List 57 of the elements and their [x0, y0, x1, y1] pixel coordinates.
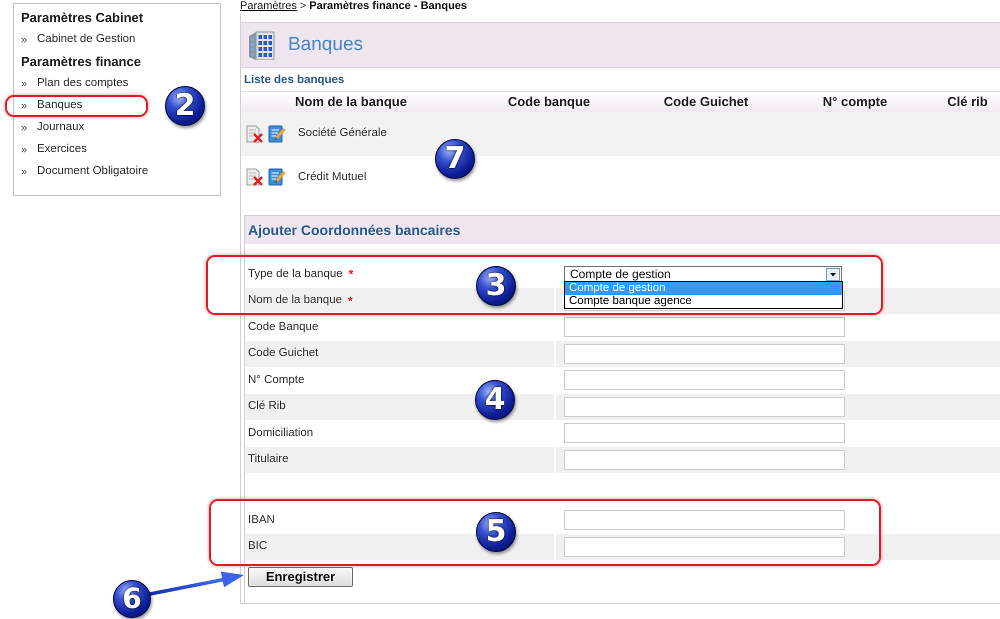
list-marker: » — [21, 32, 28, 48]
text-input[interactable] — [564, 510, 845, 530]
sidebar-heading: Paramètres Cabinet — [21, 9, 144, 28]
sidebar-link[interactable]: Plan des comptes — [37, 75, 128, 93]
list-marker: » — [21, 120, 28, 136]
caret-down-icon[interactable] — [826, 268, 840, 281]
save-button[interactable]: Enregistrer — [248, 567, 353, 587]
field-label: Nom de la banque — [248, 293, 342, 308]
page-title: Banques — [288, 32, 364, 57]
text-input[interactable] — [564, 370, 845, 390]
sidebar-link[interactable]: Exercices — [37, 141, 87, 159]
text-input[interactable] — [564, 423, 845, 444]
field-label: N° Compte — [248, 372, 304, 388]
text-input[interactable] — [564, 396, 845, 417]
list-marker: » — [21, 76, 28, 92]
delete-document-icon[interactable] — [245, 168, 263, 186]
form-header: Ajouter Coordonnées bancaires — [245, 216, 1000, 244]
sidebar-link[interactable]: Journaux — [37, 119, 84, 137]
text-input[interactable] — [564, 450, 845, 470]
sidebar-link[interactable]: Cabinet de Gestion — [37, 31, 136, 49]
delete-document-icon[interactable] — [245, 124, 263, 143]
text-input[interactable] — [564, 317, 845, 338]
column-header: Nom de la banque — [295, 93, 407, 112]
step-badge: 2 — [165, 86, 205, 126]
list-marker: » — [21, 164, 28, 180]
breadcrumb-current: Paramètres finance - Banques — [309, 0, 468, 13]
bank-name: Crédit Mutuel — [298, 170, 366, 185]
column-header: N° compte — [822, 93, 888, 112]
breadcrumb-link[interactable]: Paramètres — [240, 0, 297, 13]
required-mark: * — [348, 292, 353, 310]
field-label: Code Guichet — [248, 346, 318, 362]
column-header: Clé rib — [947, 93, 988, 112]
bank-name: Société Générale — [298, 126, 387, 142]
list-marker: » — [21, 98, 28, 114]
text-input[interactable] — [564, 344, 845, 364]
edit-icon[interactable] — [268, 168, 286, 186]
edit-icon[interactable] — [268, 124, 286, 143]
building-icon — [248, 30, 275, 60]
field-label: IBAN — [248, 512, 275, 528]
field-label: BIC — [248, 539, 268, 554]
sidebar-link[interactable]: Banques — [37, 97, 82, 115]
text-input[interactable] — [564, 536, 845, 557]
select-field[interactable]: Compte de gestion — [564, 266, 842, 282]
field-label: Code Banque — [248, 320, 318, 335]
field-label: Clé Rib — [248, 399, 286, 414]
field-label: Titulaire — [248, 452, 288, 468]
section-title: Liste des banques — [244, 74, 344, 87]
breadcrumb-separator: > — [300, 0, 306, 13]
field-label: Domiciliation — [248, 426, 314, 441]
list-marker: » — [21, 142, 28, 158]
sidebar-link[interactable]: Document Obligatoire — [37, 163, 148, 181]
field-label: Type de la banque — [248, 266, 343, 282]
column-header: Code Guichet — [664, 93, 748, 112]
column-header: Code banque — [508, 93, 590, 112]
required-mark: * — [348, 266, 354, 284]
sidebar-heading: Paramètres finance — [21, 53, 141, 72]
step-badge: 6 — [113, 580, 151, 618]
